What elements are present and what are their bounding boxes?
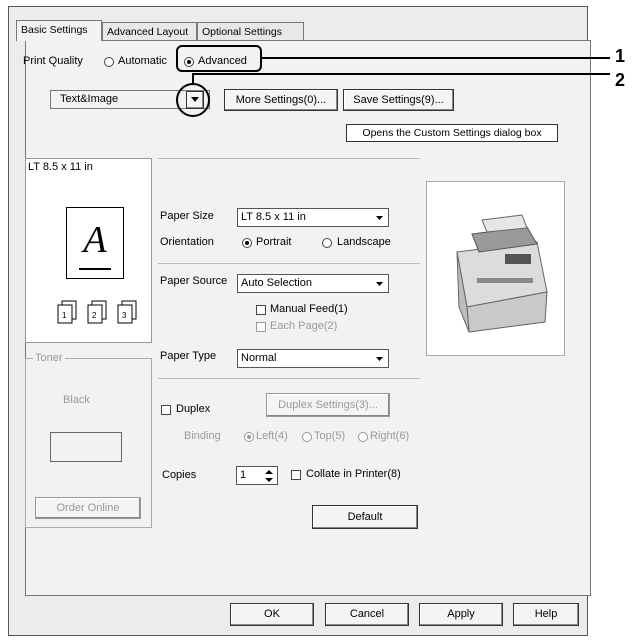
binding-top-radio[interactable] — [302, 432, 312, 442]
copies-value: 1 — [240, 469, 247, 481]
chevron-down-icon — [376, 357, 383, 361]
landscape-radio[interactable] — [322, 238, 332, 248]
svg-text:3: 3 — [122, 311, 127, 320]
paper-size-select[interactable]: LT 8.5 x 11 in — [237, 208, 389, 227]
paper-source-value: Auto Selection — [241, 277, 312, 289]
paper-size-value: LT 8.5 x 11 in — [241, 211, 306, 223]
landscape-label: Landscape — [337, 236, 391, 248]
tab-basic-settings[interactable]: Basic Settings — [16, 20, 102, 41]
duplex-label: Duplex — [176, 403, 211, 415]
portrait-label: Portrait — [256, 236, 292, 248]
manual-feed-checkbox[interactable] — [256, 305, 266, 315]
separator — [158, 158, 420, 159]
preview-paper-label: LT 8.5 x 11 in — [28, 161, 93, 173]
each-page-checkbox[interactable] — [256, 322, 266, 332]
callout-box-advanced — [176, 45, 262, 72]
tab-optional-settings[interactable]: Optional Settings — [197, 22, 304, 40]
order-online-button[interactable]: Order Online — [35, 497, 141, 519]
callout-line-2 — [192, 73, 610, 75]
binding-top-label: Top(5) — [314, 430, 346, 442]
save-settings-button[interactable]: Save Settings(9)... — [343, 89, 454, 111]
more-settings-button[interactable]: More Settings(0)... — [224, 89, 338, 111]
orientation-label: Orientation — [160, 236, 214, 248]
preview-letter: A — [83, 219, 107, 261]
layout-preview: LT 8.5 x 11 in A 1 2 3 — [25, 158, 152, 343]
paper-size-label: Paper Size — [160, 210, 214, 222]
portrait-radio[interactable] — [242, 238, 252, 248]
cancel-button[interactable]: Cancel — [325, 603, 409, 626]
collate-label: Collate in Printer(8) — [306, 468, 401, 480]
binding-left-radio[interactable] — [244, 432, 254, 442]
binding-right-label: Right(6) — [370, 430, 410, 442]
paper-type-label: Paper Type — [160, 350, 217, 362]
paper-source-label: Paper Source — [160, 275, 228, 287]
tooltip: Opens the Custom Settings dialog box — [346, 124, 558, 142]
apply-button[interactable]: Apply — [419, 603, 503, 626]
chevron-down-icon — [376, 282, 383, 286]
collate-pages-icon: 1 2 3 — [57, 300, 137, 324]
separator — [158, 263, 420, 264]
preview-underline — [79, 268, 111, 270]
duplex-settings-button[interactable]: Duplex Settings(3)... — [266, 393, 390, 417]
paper-type-value: Normal — [241, 352, 277, 364]
help-button[interactable]: Help — [513, 603, 579, 626]
binding-left-label: Left(4) — [256, 430, 288, 442]
binding-right-radio[interactable] — [358, 432, 368, 442]
callout-number-2: 2 — [615, 70, 626, 90]
toner-group-label: Toner — [33, 352, 65, 364]
black-toner-level — [50, 432, 122, 462]
page-thumbnail: A — [66, 207, 124, 279]
paper-type-select[interactable]: Normal — [237, 349, 389, 368]
callout-circle-dropdown — [176, 83, 210, 117]
manual-feed-label: Manual Feed(1) — [270, 303, 348, 315]
spinner-arrows-icon[interactable] — [263, 468, 275, 484]
binding-label: Binding — [184, 430, 221, 442]
printer-image — [426, 181, 565, 356]
separator — [158, 378, 420, 379]
paper-source-select[interactable]: Auto Selection — [237, 274, 389, 293]
printer-icon — [456, 214, 548, 333]
quality-select-value: Text&Image — [60, 93, 119, 105]
print-quality-label: Print Quality — [23, 55, 83, 67]
copies-label: Copies — [162, 469, 197, 481]
ok-button[interactable]: OK — [230, 603, 314, 626]
svg-text:2: 2 — [92, 311, 97, 320]
copies-stepper[interactable]: 1 — [236, 466, 278, 485]
tab-advanced-layout[interactable]: Advanced Layout — [102, 22, 197, 40]
black-label: Black — [63, 394, 90, 406]
duplex-checkbox[interactable] — [161, 405, 171, 415]
each-page-label: Each Page(2) — [270, 320, 338, 332]
automatic-label: Automatic — [118, 55, 167, 67]
callout-line-1 — [262, 57, 610, 59]
chevron-down-icon — [376, 216, 383, 220]
callout-number-1: 1 — [615, 46, 626, 66]
collate-checkbox[interactable] — [291, 470, 301, 480]
automatic-radio[interactable] — [104, 57, 114, 67]
svg-text:1: 1 — [62, 311, 67, 320]
default-button[interactable]: Default — [312, 505, 418, 529]
